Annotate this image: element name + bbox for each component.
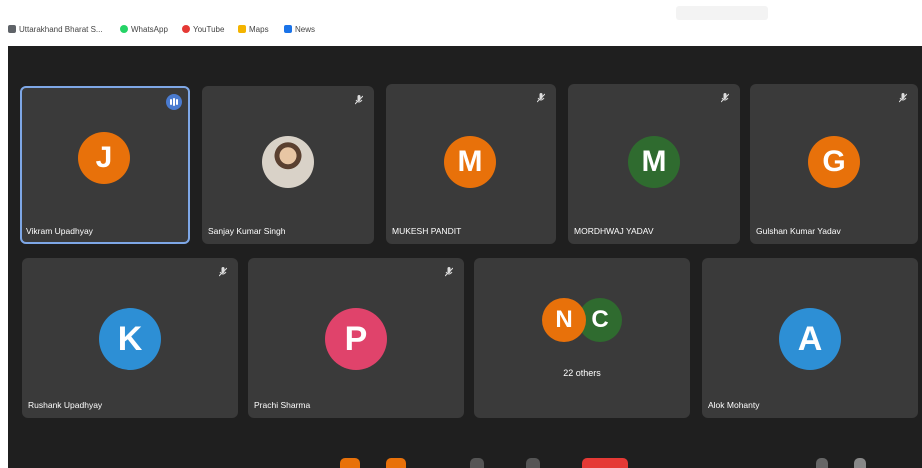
call-controls-bar (8, 448, 922, 468)
avatar: M (444, 136, 496, 188)
avatar: A (779, 308, 841, 370)
participant-tile[interactable]: M MUKESH PANDIT (386, 84, 556, 244)
others-count-label: 22 others (563, 368, 601, 378)
participant-name: Rushank Upadhyay (28, 400, 103, 410)
apps-grid-icon (8, 25, 16, 33)
maps-icon (238, 25, 246, 33)
mic-off-icon (444, 267, 454, 277)
participant-tile[interactable]: P Prachi Sharma (248, 258, 464, 418)
participant-tile[interactable]: K Rushank Upadhyay (22, 258, 238, 418)
avatar: J (78, 132, 130, 184)
bookmarks-bar: Uttarakhand Bharat S... WhatsApp YouTube… (0, 0, 922, 46)
participant-name: Alok Mohanty (708, 400, 760, 410)
whatsapp-icon (120, 25, 128, 33)
participant-tile[interactable]: J Vikram Upadhyay (20, 86, 190, 244)
bookmark-label: YouTube (193, 24, 225, 34)
others-tile[interactable]: N C 22 others (474, 258, 690, 418)
participant-name: MORDHWAJ YADAV (574, 226, 654, 236)
bookmark-label: WhatsApp (131, 24, 168, 34)
participant-name: Gulshan Kumar Yadav (756, 226, 841, 236)
camera-button[interactable] (386, 458, 406, 468)
bookmark-maps[interactable]: Maps (238, 22, 269, 36)
top-search-box[interactable] (676, 6, 768, 20)
participant-name: Vikram Upadhyay (26, 226, 93, 236)
avatar: N (542, 298, 586, 342)
avatar: M (628, 136, 680, 188)
leave-call-button[interactable] (582, 458, 628, 468)
meeting-stage: J Vikram Upadhyay Sanjay Kumar Singh M M… (8, 46, 922, 468)
youtube-icon (182, 25, 190, 33)
participant-name: MUKESH PANDIT (392, 226, 462, 236)
participant-tile[interactable]: G Gulshan Kumar Yadav (750, 84, 918, 244)
present-button[interactable] (526, 458, 540, 468)
mic-off-icon (218, 267, 228, 277)
mic-button[interactable] (340, 458, 360, 468)
bookmark-apps[interactable]: Uttarakhand Bharat S... (8, 22, 103, 36)
captions-button[interactable] (470, 458, 484, 468)
avatar: P (325, 308, 387, 370)
participant-tile[interactable]: M MORDHWAJ YADAV (568, 84, 740, 244)
avatar: K (99, 308, 161, 370)
speaking-indicator-icon (166, 94, 182, 110)
participant-tile[interactable]: Sanjay Kumar Singh (202, 86, 374, 244)
mic-off-icon (898, 93, 908, 103)
people-button[interactable] (854, 458, 866, 468)
bookmark-news[interactable]: News (284, 22, 315, 36)
bookmark-label: News (295, 24, 316, 34)
bookmark-label: Maps (249, 24, 269, 34)
bookmark-label: Uttarakhand Bharat S... (19, 24, 103, 34)
mic-off-icon (354, 95, 364, 105)
mic-off-icon (720, 93, 730, 103)
bookmark-whatsapp[interactable]: WhatsApp (120, 22, 168, 36)
info-button[interactable] (816, 458, 828, 468)
participant-name: Sanjay Kumar Singh (208, 226, 286, 236)
avatar: G (808, 136, 860, 188)
mic-off-icon (536, 93, 546, 103)
bookmark-youtube[interactable]: YouTube (182, 22, 224, 36)
participant-name: Prachi Sharma (254, 400, 311, 410)
participant-photo (262, 136, 314, 188)
news-icon (284, 25, 292, 33)
participant-tile[interactable]: A Alok Mohanty (702, 258, 918, 418)
